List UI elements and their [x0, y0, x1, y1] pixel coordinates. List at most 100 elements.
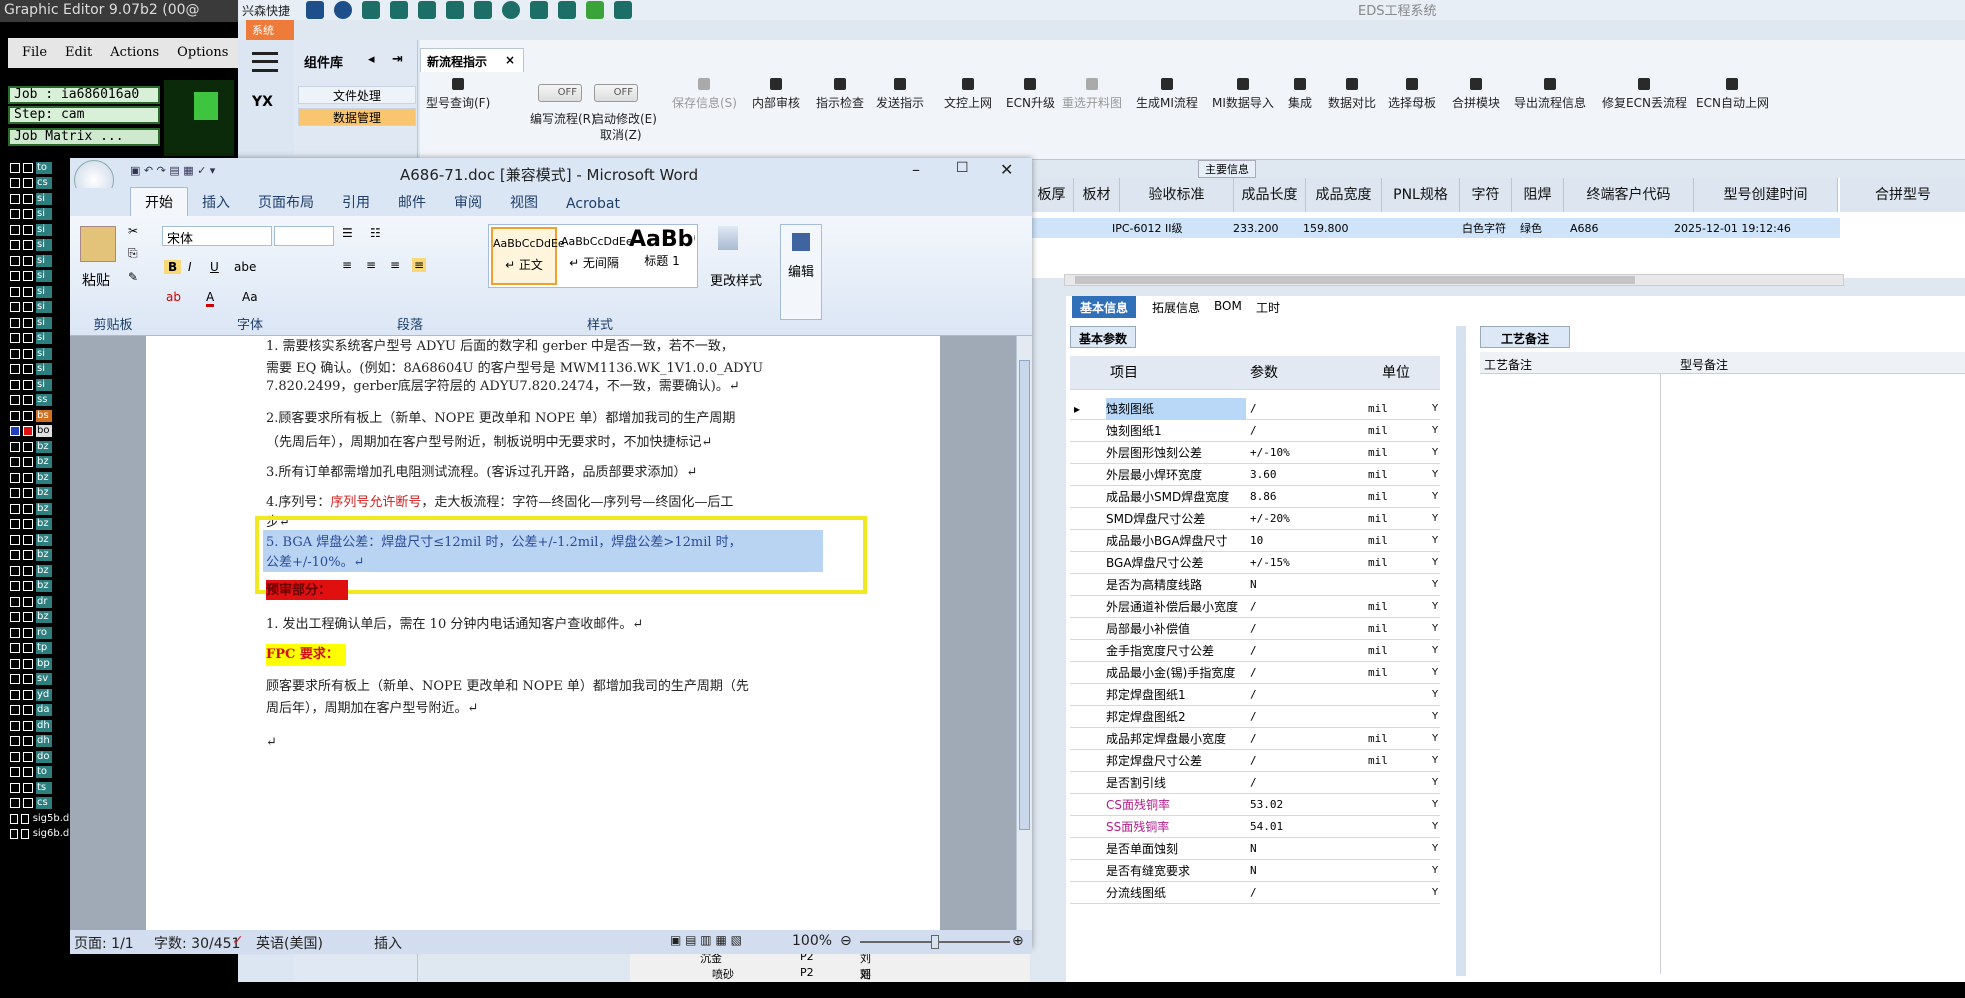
apps-icon[interactable]: [474, 1, 493, 19]
layer-checkbox[interactable]: [10, 798, 20, 809]
word-tab[interactable]: Acrobat: [552, 192, 634, 216]
layer-row[interactable]: bs: [10, 408, 70, 424]
layer-checkbox[interactable]: [10, 596, 20, 607]
layer-row[interactable]: si: [10, 331, 70, 347]
layer-checkbox[interactable]: [23, 689, 33, 700]
layer-checkbox[interactable]: [10, 209, 20, 220]
layer-checkbox[interactable]: [23, 457, 33, 468]
param-value[interactable]: 53.02: [1250, 794, 1283, 816]
layer-checkbox[interactable]: [20, 829, 29, 840]
word-tab[interactable]: 邮件: [384, 188, 440, 216]
layer-row[interactable]: to: [10, 765, 70, 781]
layer-checkbox[interactable]: [23, 674, 33, 685]
layer-checkbox[interactable]: [23, 379, 33, 390]
menu-options[interactable]: Options: [177, 45, 228, 61]
paste-icon[interactable]: [80, 226, 116, 262]
param-value[interactable]: 3.60: [1250, 464, 1277, 486]
layer-checkbox[interactable]: [20, 813, 29, 824]
collapse-left-icon[interactable]: ◂: [368, 52, 375, 67]
component-item-data[interactable]: 数据管理: [298, 108, 416, 126]
layer-checkbox[interactable]: [10, 705, 20, 716]
font-name-select[interactable]: 宋体: [162, 226, 272, 247]
user-icon[interactable]: [502, 1, 521, 19]
layer-checkbox[interactable]: [23, 658, 33, 669]
layer-row[interactable]: bz: [10, 486, 70, 502]
menu-edit[interactable]: Edit: [65, 45, 92, 61]
layer-checkbox[interactable]: [10, 162, 20, 173]
layer-row[interactable]: tp: [10, 641, 70, 657]
layer-checkbox[interactable]: [10, 643, 20, 654]
bullets-icon[interactable]: ☰: [342, 226, 353, 240]
layer-checkbox[interactable]: [10, 224, 20, 235]
params-row[interactable]: ▸ 蚀刻图纸 / mil Y: [1070, 398, 1440, 420]
param-value[interactable]: 10: [1250, 530, 1263, 552]
start-modify-toggle[interactable]: OFF: [594, 84, 638, 102]
strike-icon[interactable]: abe: [234, 260, 256, 274]
page-count[interactable]: 页面: 1/1: [74, 933, 134, 953]
layer-checkbox[interactable]: [10, 829, 18, 840]
ribbon-button[interactable]: 合拼模块: [1452, 78, 1500, 111]
style-no-spacing[interactable]: AaBbCcDdEe ↵ 无间隔: [561, 227, 633, 285]
param-value[interactable]: /: [1250, 640, 1257, 662]
ribbon-button[interactable]: 保存信息(S): [672, 78, 737, 111]
tab-new-flow[interactable]: 新流程指示 ×: [420, 48, 524, 72]
zoom-in-icon[interactable]: ⊕: [1012, 933, 1024, 949]
layer-checkbox[interactable]: [10, 271, 20, 282]
layer-checkbox[interactable]: [23, 441, 33, 452]
layer-checkbox[interactable]: [23, 193, 33, 204]
layer-checkbox[interactable]: [23, 565, 33, 576]
layer-row[interactable]: bo: [10, 424, 70, 440]
job-matrix-button[interactable]: Job Matrix ...: [8, 128, 160, 146]
ribbon-button[interactable]: 发送指示: [876, 78, 924, 111]
param-value[interactable]: /: [1250, 882, 1257, 904]
grid-column-header[interactable]: 成品长度: [1234, 178, 1306, 212]
layer-checkbox[interactable]: [23, 550, 33, 561]
layer-row[interactable]: bz: [10, 579, 70, 595]
grid-scroll-thumb[interactable]: [1075, 276, 1635, 284]
ribbon-button[interactable]: ECN升级: [1006, 78, 1055, 111]
layer-row[interactable]: bz: [10, 501, 70, 517]
language[interactable]: 英语(美国): [256, 933, 323, 953]
copy-icon[interactable]: ⎘: [128, 246, 138, 261]
layer-row[interactable]: do: [10, 749, 70, 765]
word-tab[interactable]: 视图: [496, 188, 552, 216]
ribbon-button[interactable]: 重选开料图: [1062, 78, 1122, 111]
params-row[interactable]: 蚀刻图纸1 / mil Y: [1070, 420, 1440, 442]
ribbon-button[interactable]: 型号查询(F): [426, 78, 490, 111]
layer-checkbox[interactable]: [23, 302, 33, 313]
splitter[interactable]: [1456, 326, 1466, 976]
params-column-header[interactable]: 项目: [1110, 356, 1138, 390]
param-value[interactable]: 8.86: [1250, 486, 1277, 508]
layer-checkbox[interactable]: [10, 534, 20, 545]
change-styles-icon[interactable]: [718, 226, 738, 250]
layer-checkbox[interactable]: [10, 255, 20, 266]
param-value[interactable]: /: [1250, 596, 1257, 618]
grid-column-header[interactable]: PNL规格: [1382, 178, 1460, 212]
zoom-thumb[interactable]: [931, 935, 939, 949]
grid-column-header[interactable]: 合拼型号: [1840, 178, 1965, 212]
param-value[interactable]: N: [1250, 860, 1257, 882]
layer-row[interactable]: dr: [10, 594, 70, 610]
layer-checkbox[interactable]: [10, 674, 20, 685]
params-row[interactable]: 成品最小金(锡)手指宽度 / mil Y: [1070, 662, 1440, 684]
layer-checkbox[interactable]: [10, 736, 20, 747]
layer-checkbox[interactable]: [23, 720, 33, 731]
align-right-icon[interactable]: ≡: [390, 258, 400, 272]
layer-checkbox[interactable]: [10, 519, 20, 530]
font-size-select[interactable]: [274, 226, 334, 246]
layer-checkbox[interactable]: [23, 317, 33, 328]
layer-checkbox[interactable]: [23, 581, 33, 592]
proofing-icon[interactable]: ✓: [232, 933, 244, 949]
params-row[interactable]: SMD焊盘尺寸公差 +/-20% mil Y: [1070, 508, 1440, 530]
layer-checkbox[interactable]: [10, 193, 20, 204]
layer-checkbox[interactable]: [10, 472, 20, 483]
close-icon[interactable]: ✕: [1000, 160, 1013, 179]
layer-checkbox[interactable]: [23, 751, 33, 762]
close-tab-icon[interactable]: ×: [505, 53, 515, 67]
layer-checkbox[interactable]: [10, 658, 20, 669]
zoom-out-icon[interactable]: ⊖: [840, 933, 852, 949]
layer-checkbox[interactable]: [10, 395, 20, 406]
layer-checkbox[interactable]: [23, 395, 33, 406]
layer-checkbox[interactable]: [23, 333, 33, 344]
layer-row[interactable]: dh: [10, 718, 70, 734]
